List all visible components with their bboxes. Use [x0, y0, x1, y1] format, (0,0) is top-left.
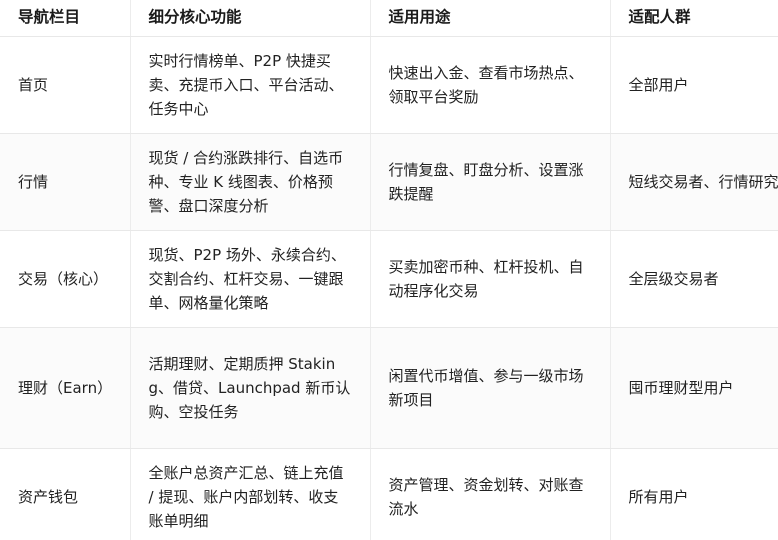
cell-usage: 快速出入金、查看市场热点、领取平台奖励 — [370, 36, 611, 134]
navigation-feature-table: 导航栏目 细分核心功能 适用用途 适配人群 首页 实时行情榜单、P2P 快捷买卖… — [0, 0, 778, 540]
cell-audience: 全部用户 — [610, 36, 778, 134]
cell-features: 实时行情榜单、P2P 快捷买卖、充提币入口、平台活动、任务中心 — [130, 36, 371, 134]
cell-features: 现货 / 合约涨跌排行、自选币种、专业 K 线图表、价格预警、盘口深度分析 — [130, 133, 371, 231]
cell-audience: 所有用户 — [610, 448, 778, 540]
cell-usage: 资产管理、资金划转、对账查流水 — [370, 448, 611, 540]
cell-nav: 资产钱包 — [0, 448, 131, 540]
cell-usage: 闲置代币增值、参与一级市场新项目 — [370, 327, 611, 449]
cell-features: 现货、P2P 场外、永续合约、交割合约、杠杆交易、一键跟单、网格量化策略 — [130, 230, 371, 328]
table-row: 交易（核心） 现货、P2P 场外、永续合约、交割合约、杠杆交易、一键跟单、网格量… — [0, 230, 778, 328]
cell-nav: 交易（核心） — [0, 230, 131, 328]
cell-nav: 理财（Earn） — [0, 327, 131, 449]
table-body: 首页 实时行情榜单、P2P 快捷买卖、充提币入口、平台活动、任务中心 快速出入金… — [0, 36, 778, 540]
header-row: 导航栏目 细分核心功能 适用用途 适配人群 — [0, 0, 778, 37]
cell-nav: 首页 — [0, 36, 131, 134]
cell-usage: 行情复盘、盯盘分析、设置涨跌提醒 — [370, 133, 611, 231]
table-row: 理财（Earn） 活期理财、定期质押 Staking、借贷、Launchpad … — [0, 327, 778, 449]
cell-features: 全账户总资产汇总、链上充值 / 提现、账户内部划转、收支账单明细 — [130, 448, 371, 540]
feature-table-container: 导航栏目 细分核心功能 适用用途 适配人群 首页 实时行情榜单、P2P 快捷买卖… — [0, 0, 778, 540]
table-row: 资产钱包 全账户总资产汇总、链上充值 / 提现、账户内部划转、收支账单明细 资产… — [0, 448, 778, 540]
cell-features: 活期理财、定期质押 Staking、借贷、Launchpad 新币认购、空投任务 — [130, 327, 371, 449]
header-audience-column: 适配人群 — [610, 0, 778, 37]
cell-audience: 短线交易者、行情研究 — [610, 133, 778, 231]
table-row: 行情 现货 / 合约涨跌排行、自选币种、专业 K 线图表、价格预警、盘口深度分析… — [0, 133, 778, 231]
cell-usage: 买卖加密币种、杠杆投机、自动程序化交易 — [370, 230, 611, 328]
table-row: 首页 实时行情榜单、P2P 快捷买卖、充提币入口、平台活动、任务中心 快速出入金… — [0, 36, 778, 134]
header-nav-column: 导航栏目 — [0, 0, 131, 37]
header-usage-column: 适用用途 — [370, 0, 611, 37]
cell-audience: 囤币理财型用户 — [610, 327, 778, 449]
table-header: 导航栏目 细分核心功能 适用用途 适配人群 — [0, 0, 778, 37]
header-features-column: 细分核心功能 — [130, 0, 371, 37]
cell-nav: 行情 — [0, 133, 131, 231]
cell-audience: 全层级交易者 — [610, 230, 778, 328]
